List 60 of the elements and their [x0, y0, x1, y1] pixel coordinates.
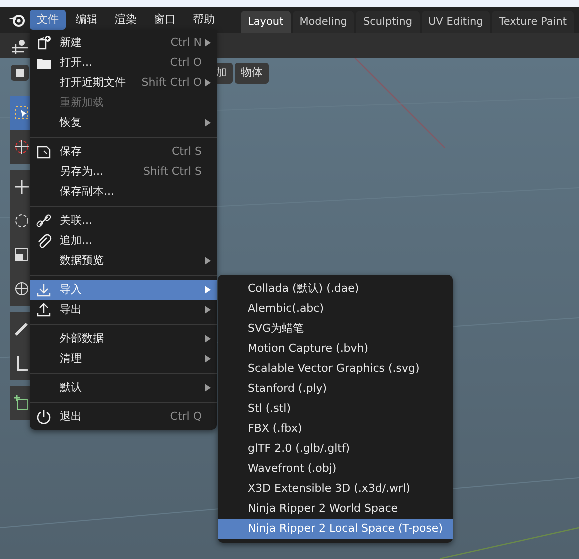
menu-item-label: 新建: [60, 34, 83, 51]
menu-item[interactable]: 关联...: [30, 211, 217, 231]
menu-item[interactable]: 窗口: [147, 10, 183, 30]
menu-item[interactable]: Alembic(.abc): [218, 299, 453, 319]
menu-item-label: 外部数据: [60, 330, 105, 347]
workspace-tab[interactable]: Texture Paint: [492, 11, 574, 33]
menu-item[interactable]: 帮助: [186, 10, 222, 30]
menu-item-label: 默认: [60, 380, 83, 396]
shortcut-label: Ctrl O: [170, 54, 202, 71]
menu-item-label: 关联...: [60, 212, 94, 229]
workspace-tab[interactable]: UV Editing: [422, 11, 490, 33]
menu-item[interactable]: Motion Capture (.bvh): [218, 339, 453, 359]
shortcut-label: Shift Ctrl O: [142, 74, 202, 91]
menu-item-label: 导出: [60, 302, 83, 318]
menu-item[interactable]: Collada (默认) (.dae): [218, 279, 453, 299]
menu-item-label: 保存: [60, 144, 83, 160]
menu-item[interactable]: 导出: [30, 300, 217, 320]
menu-item-label: 追加...: [60, 232, 94, 249]
menu-item-label: 另存为...: [60, 164, 104, 180]
menu-item[interactable]: 外部数据: [30, 329, 217, 349]
menu-item-label: 数据预览: [60, 252, 105, 269]
menu-item[interactable]: SVG为蜡笔: [218, 319, 453, 339]
menu-item-label: 打开近期文件: [60, 74, 127, 91]
menu-item[interactable]: Ninja Ripper 2 Local Space (T-pose): [218, 519, 453, 539]
menu-item[interactable]: 清理: [30, 349, 217, 369]
menu-item-label: 打开...: [60, 54, 94, 71]
menu-item[interactable]: 默认: [30, 378, 217, 398]
shortcut-label: Ctrl Q: [170, 408, 202, 425]
menu-item-label: 导入: [60, 282, 83, 298]
menu-item[interactable]: 编辑: [69, 10, 105, 30]
menu-item[interactable]: Wavefront (.obj): [218, 459, 453, 479]
menu-item[interactable]: 渲染: [108, 10, 144, 30]
shortcut-label: Ctrl S: [172, 144, 202, 160]
menu-item-label: 重新加载: [60, 94, 105, 111]
shortcut-label: Ctrl N: [170, 34, 202, 51]
menu-item[interactable]: 追加...: [30, 231, 217, 251]
menu-item[interactable]: 文件: [30, 10, 66, 30]
menu-item[interactable]: Ninja Ripper 2 World Space: [218, 499, 453, 519]
menu-item[interactable]: 数据预览: [30, 251, 217, 271]
menu-item[interactable]: Stanford (.ply): [218, 379, 453, 399]
menu-item[interactable]: 恢复: [30, 113, 217, 133]
menu-item-label: 清理: [60, 350, 83, 367]
menu-item[interactable]: X3D Extensible 3D (.x3d/.wrl): [218, 479, 453, 499]
workspace-tab[interactable]: Modeling: [292, 11, 354, 33]
menu-item[interactable]: 退出 Ctrl Q: [30, 407, 217, 427]
workspace-tab[interactable]: Sculpting: [356, 11, 420, 33]
menu-item[interactable]: 保存 Ctrl S: [30, 142, 217, 162]
menu-item[interactable]: Stl (.stl): [218, 399, 453, 419]
menu-item[interactable]: 导入: [30, 280, 217, 300]
menu-item-label: 退出: [60, 408, 83, 425]
menu-item-label: 恢复: [60, 114, 83, 131]
menu-item[interactable]: Scalable Vector Graphics (.svg): [218, 359, 453, 379]
workspace-tab[interactable]: Layout: [241, 11, 291, 33]
shortcut-label: Shift Ctrl S: [143, 164, 202, 180]
menu-item[interactable]: 保存副本...: [30, 182, 217, 202]
menu-item-label: 保存副本...: [60, 184, 116, 200]
menu-item[interactable]: 另存为... Shift Ctrl S: [30, 162, 217, 182]
menu-item[interactable]: glTF 2.0 (.glb/.gltf): [218, 439, 453, 459]
header-menu-button[interactable]: 物体: [235, 63, 269, 84]
menu-item[interactable]: FBX (.fbx): [218, 419, 453, 439]
